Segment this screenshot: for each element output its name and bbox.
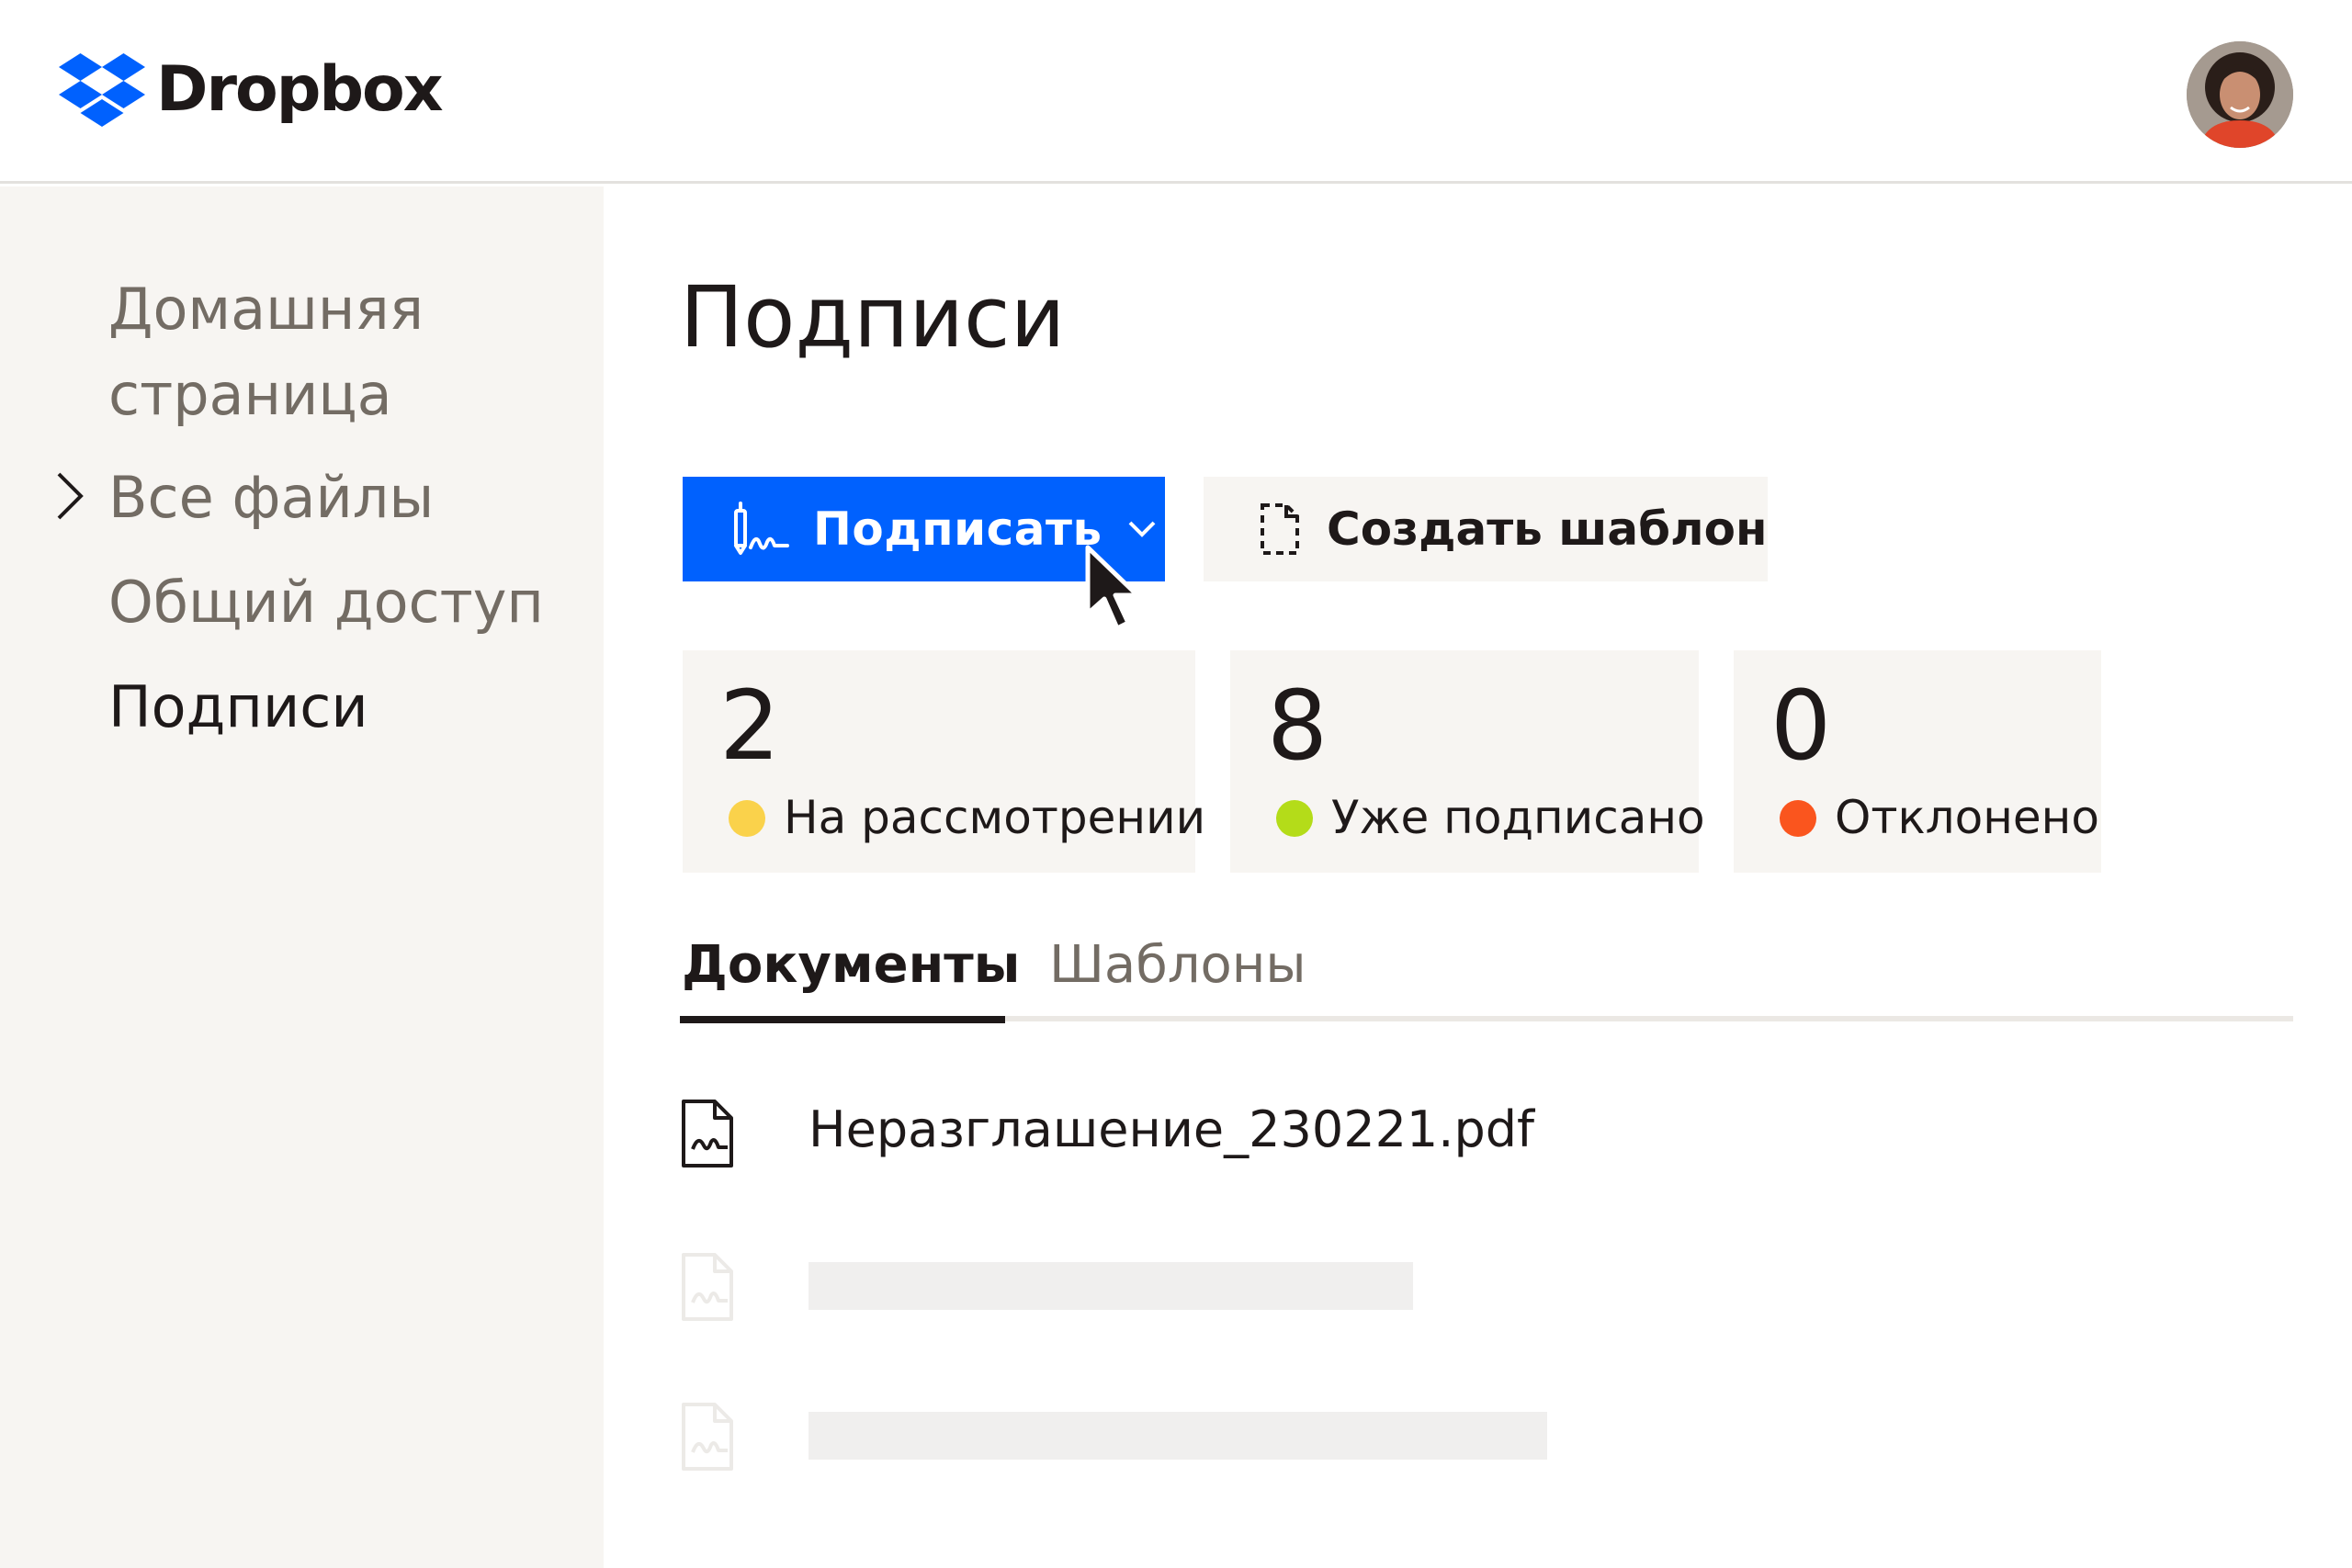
sidebar-item-label: Все файлы <box>108 464 435 531</box>
sidebar-item-home[interactable]: Домашняя страница <box>108 266 424 437</box>
dropbox-logo[interactable]: Dropbox <box>59 53 444 127</box>
chevron-right-icon[interactable] <box>53 468 86 524</box>
stat-card-pending[interactable]: 2 На рассмотрении <box>683 650 1205 873</box>
loading-placeholder-bar <box>808 1262 1413 1310</box>
brand-name: Dropbox <box>156 53 444 126</box>
top-header: Dropbox <box>0 0 2352 184</box>
status-dot-icon <box>1780 800 1816 837</box>
sidebar-item-label: Общий доступ <box>108 569 544 636</box>
sidebar-item-sharing[interactable]: Общий доступ <box>108 559 544 645</box>
stat-card-declined[interactable]: 0 Отклонено <box>1734 650 2101 873</box>
sidebar-item-all-files[interactable]: Все файлы <box>108 455 434 540</box>
stat-label: Отклонено <box>1835 791 2099 844</box>
document-name: Неразглашение_230221.pdf <box>808 1100 1535 1158</box>
sidebar-item-label: страница <box>108 361 392 428</box>
user-avatar[interactable] <box>2187 41 2293 148</box>
page-title: Подписи <box>680 268 1066 367</box>
template-document-icon <box>1261 503 1299 555</box>
signature-pen-icon <box>734 502 789 555</box>
signed-document-icon <box>682 1100 733 1168</box>
loading-placeholder-bar <box>808 1412 1547 1460</box>
avatar-icon <box>2187 41 2293 148</box>
stat-label: На рассмотрении <box>784 791 1206 844</box>
stat-label: Уже подписано <box>1331 791 1705 844</box>
active-tab-indicator <box>680 1016 1005 1023</box>
status-dot-icon <box>729 800 765 837</box>
sidebar-item-signatures[interactable]: Подписи <box>108 664 368 750</box>
signed-document-icon <box>682 1253 733 1321</box>
sidebar-item-label: Подписи <box>108 673 368 740</box>
sign-button-label: Подписать <box>813 502 1102 556</box>
status-dot-icon <box>1276 800 1313 837</box>
tab-documents[interactable]: Документы <box>682 932 1020 999</box>
stat-count: 2 <box>719 670 781 782</box>
chevron-down-icon[interactable] <box>1126 519 1158 539</box>
mouse-pointer-icon <box>1085 545 1140 631</box>
signed-document-icon <box>682 1403 733 1471</box>
create-template-label: Создать шаблон <box>1327 502 1768 556</box>
dropbox-logo-icon <box>59 53 145 127</box>
stat-count: 8 <box>1267 670 1329 782</box>
stat-count: 0 <box>1770 670 1832 782</box>
sidebar-item-label: Домашняя <box>108 276 424 343</box>
create-template-button[interactable]: Создать шаблон <box>1204 477 1768 581</box>
stat-card-signed[interactable]: 8 Уже подписано <box>1230 650 1705 873</box>
tab-templates[interactable]: Шаблоны <box>1049 932 1306 999</box>
